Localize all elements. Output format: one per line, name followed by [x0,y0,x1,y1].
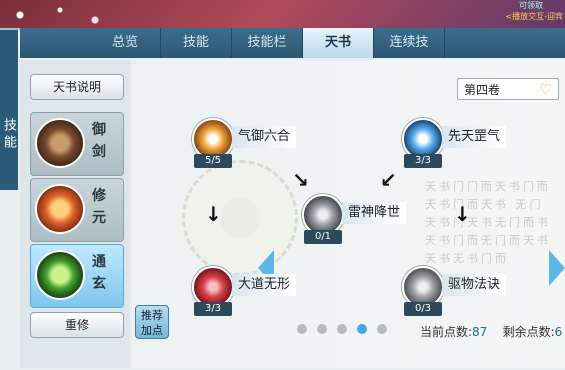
page-indicator [297,324,387,334]
skill-count: 3/3 [404,154,442,168]
tab-heaven-book[interactable]: 天书 [303,28,374,58]
path-label: 修元 [92,188,106,226]
page-dot[interactable] [337,324,347,334]
skill-name: 先天罡气 [442,126,507,148]
skill-count: 5/5 [194,154,232,168]
fire-icon [35,184,85,234]
tab-skill-bar[interactable]: 技能栏 [232,28,303,58]
skill-tree-panel: 天书门门而天书门而天书门而天书 无门天书门天书无门而书 天书门而无门而天书天书无… [132,60,565,368]
left-panel: 天书说明 御剑 修元 通玄 重修 [20,60,130,368]
path-label: 御剑 [92,122,106,160]
tab-combo[interactable]: 连续技 [374,28,445,58]
book-info-button[interactable]: 天书说明 [30,74,124,100]
page-dot[interactable] [297,324,307,334]
quest-hint[interactable]: <播放交互-迎宾 [505,12,563,21]
arrow-icon: ↙ [380,168,397,192]
points-summary: 当前点数:87 剩余点数:6 [420,323,562,340]
remaining-points-value: 6 [554,325,563,339]
path-tongxuan[interactable]: 通玄 [30,244,124,308]
current-points-label: 当前点数: [420,325,473,339]
skill-name: 驱物法诀 [442,274,507,296]
volume-select[interactable]: 第四卷 ♡ [457,78,559,100]
skill-count: 0/3 [404,302,442,316]
arrow-icon: ↓ [454,202,471,226]
skill-name: 大道无形 [232,274,297,296]
taiji-emblem [182,160,298,276]
reward-badge[interactable]: 可领取 [505,0,543,11]
tab-skills[interactable]: 技能 [161,28,232,58]
arrow-icon: ↘ [292,168,309,192]
skill-name: 雷神降世 [342,202,407,224]
path-yujian[interactable]: 御剑 [30,112,124,176]
remaining-points-label: 剩余点数: [502,325,555,339]
window-title: 技能 [0,30,18,190]
top-right-hud: 可领取 <播放交互-迎宾 [505,0,563,22]
wind-icon [35,250,85,300]
path-xiuyuan[interactable]: 修元 [30,178,124,242]
volume-value: 第四卷 [464,83,501,97]
arrow-icon: ↓ [205,202,222,226]
tab-overview[interactable]: 总览 [90,28,161,58]
sword-icon [35,118,85,168]
dropdown-icon: ♡ [539,82,552,98]
skill-count: 0/1 [304,230,342,244]
tab-bar: 总览 技能 技能栏 天书 连续技 [20,28,565,58]
skill-name: 气御六合 [232,126,297,148]
current-points-value: 87 [472,325,488,339]
skill-count: 3/3 [194,302,232,316]
page-dot-active[interactable] [357,324,367,334]
page-dot[interactable] [377,324,387,334]
page-dot[interactable] [317,324,327,334]
next-page-arrow[interactable] [549,250,565,286]
reset-button[interactable]: 重修 [30,312,124,338]
recommend-points-button[interactable]: 推荐加点 [135,305,169,339]
path-label: 通玄 [92,254,106,292]
book-background-text: 天书门门而天书门而天书门而天书 无门天书门天书无门而书 天书门而无门而天书天书无… [425,180,551,265]
